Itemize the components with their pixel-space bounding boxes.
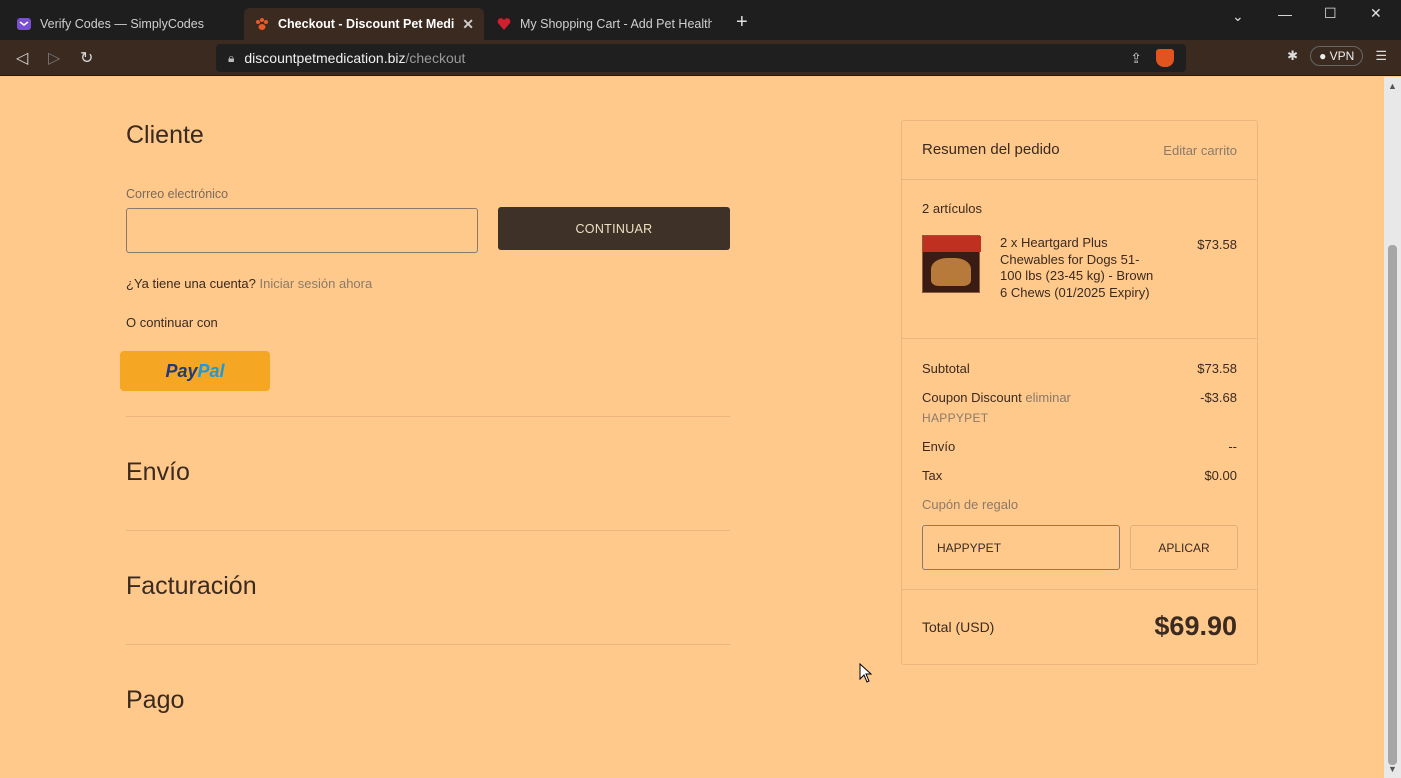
scroll-up-icon[interactable]: ▲ [1388,81,1397,91]
tax-label: Tax [922,468,943,483]
paypal-logo-pal: Pal [197,360,225,381]
vpn-label: VPN [1329,49,1355,63]
shipping-value: -- [1228,439,1237,454]
total-value: $69.90 [1154,611,1237,641]
url-domain: discountpetmedication.biz [244,50,406,66]
coupon-line: Coupon Discount eliminar [922,390,1071,405]
section-divider [126,530,730,531]
share-icon[interactable]: ⇪ [1130,50,1142,67]
account-prompt: ¿Ya tiene una cuenta? [126,276,256,291]
coupon-remove-link[interactable]: eliminar [1025,390,1071,405]
browser-tab-strip: Verify Codes — SimplyCodes Checkout - Di… [0,0,1401,40]
brave-shields-icon[interactable] [1156,49,1174,67]
tab-title: My Shopping Cart - Add Pet Health Pr [520,17,712,31]
or-continue-text: O continuar con [126,315,218,330]
apply-button[interactable]: APLICAR [1130,525,1238,570]
address-bar[interactable]: 🔒︎ discountpetmedication.biz/checkout ⇪ [216,44,1186,72]
pet-health-icon [496,16,512,32]
checkout-page: Cliente Correo electrónico CONTINUAR ¿Ya… [0,77,1384,778]
gift-coupon-link[interactable]: Cupón de regalo [922,497,1018,512]
browser-toolbar: ◁ ▷ ↻ 🔒︎ discountpetmedication.biz/check… [0,40,1401,76]
paw-icon [254,16,270,32]
gift-coupon-input[interactable] [922,525,1120,570]
product-price: $73.58 [1197,237,1237,252]
section-divider [126,644,730,645]
shipping-heading[interactable]: Envío [126,458,190,487]
mouse-cursor-icon [859,662,873,688]
email-input[interactable] [126,208,478,253]
total-label: Total (USD) [922,619,995,635]
minimize-icon[interactable]: — [1278,6,1292,22]
lock-icon: 🔒︎ [228,50,235,65]
email-label: Correo electrónico [126,187,229,201]
tab-checkout[interactable]: Checkout - Discount Pet Medicati ✕ [244,8,484,40]
tab-verify-codes[interactable]: Verify Codes — SimplyCodes [6,8,242,40]
vpn-button[interactable]: ● VPN [1310,46,1364,66]
signin-link[interactable]: Iniciar sesión ahora [259,276,372,291]
close-window-icon[interactable]: ✕ [1370,5,1382,22]
page-scrollbar[interactable]: ▲ ▼ [1384,77,1401,778]
tab-list-chevron-icon[interactable]: ⌄ [1232,8,1244,25]
back-icon[interactable]: ◁ [16,48,28,68]
coupon-code: HAPPYPET [922,411,989,425]
payment-heading[interactable]: Pago [126,686,184,715]
new-tab-icon[interactable]: + [736,12,748,32]
tab-shopping-cart[interactable]: My Shopping Cart - Add Pet Health Pr [486,8,722,40]
summary-divider [902,179,1257,180]
coupon-value: -$3.68 [1200,390,1237,405]
account-prompt-line: ¿Ya tiene una cuenta? Iniciar sesión aho… [126,276,372,291]
summary-title: Resumen del pedido [922,141,1060,158]
section-divider [126,416,730,417]
paypal-button[interactable]: Pay Pal [120,351,270,391]
maximize-icon[interactable]: ☐ [1324,5,1337,22]
tax-value: $0.00 [1204,468,1237,483]
close-tab-icon[interactable]: ✕ [462,16,474,33]
scroll-down-icon[interactable]: ▼ [1388,764,1397,774]
summary-divider [902,338,1257,339]
items-count: 2 artículos [922,201,982,216]
billing-heading[interactable]: Facturación [126,572,257,601]
summary-divider [902,589,1257,590]
url-path: /checkout [405,50,466,66]
paypal-logo-pay: Pay [165,360,198,381]
tab-title: Checkout - Discount Pet Medicati [278,17,455,31]
menu-icon[interactable]: ☰ [1375,48,1387,64]
shipping-label: Envío [922,439,956,454]
continue-button[interactable]: CONTINUAR [498,207,730,250]
simplycodes-icon [16,16,32,32]
order-summary: Resumen del pedido Editar carrito 2 artí… [901,120,1258,665]
product-name: 2 x Heartgard Plus Chewables for Dogs 51… [1000,235,1154,300]
subtotal-label: Subtotal [922,361,970,376]
extensions-icon[interactable]: ✱ [1287,48,1298,64]
forward-icon[interactable]: ▷ [48,48,60,68]
product-image [922,235,981,293]
customer-heading: Cliente [126,121,204,149]
reload-icon[interactable]: ↻ [80,48,93,68]
tab-title: Verify Codes — SimplyCodes [40,17,204,31]
subtotal-value: $73.58 [1197,361,1237,376]
coupon-label: Coupon Discount [922,390,1022,405]
scrollbar-thumb[interactable] [1388,245,1397,765]
edit-cart-link[interactable]: Editar carrito [1163,143,1237,158]
